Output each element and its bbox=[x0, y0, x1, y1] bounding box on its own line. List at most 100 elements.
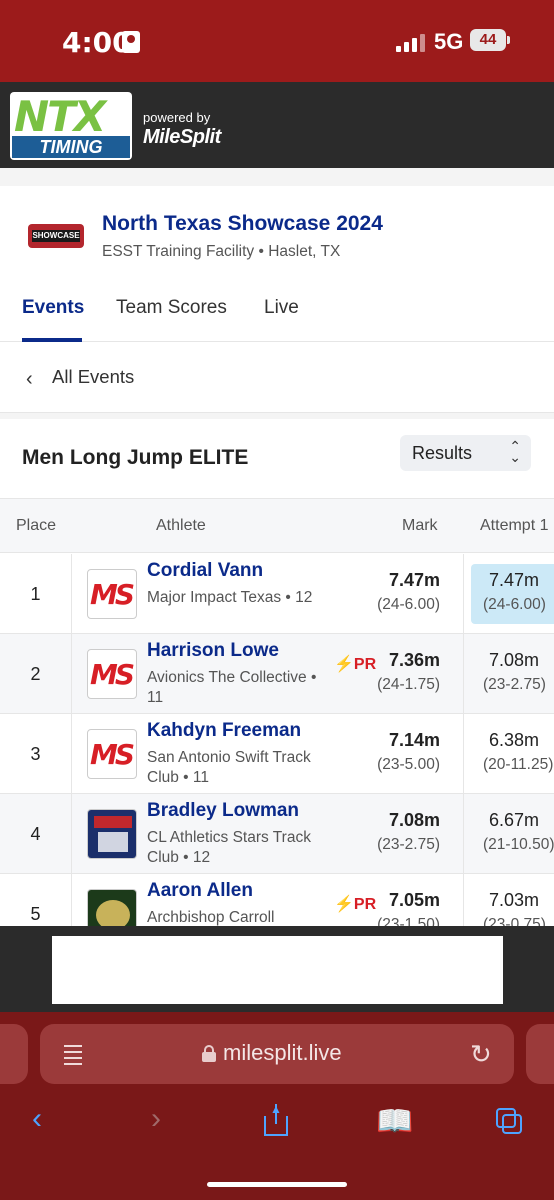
tab-live[interactable]: Live bbox=[264, 297, 299, 319]
reload-icon[interactable]: ↻ bbox=[470, 1039, 492, 1070]
milesplit-logo-icon: MS bbox=[90, 738, 135, 771]
row-place: 3 bbox=[0, 714, 72, 794]
tab-events[interactable]: Events bbox=[22, 297, 84, 319]
athlete-name[interactable]: Harrison Lowe bbox=[147, 640, 279, 662]
mark-imperial: (23-5.00) bbox=[377, 756, 440, 773]
milesplit-logo[interactable]: MileSplit bbox=[143, 126, 221, 149]
attempt-1-metric: 7.08m bbox=[489, 650, 540, 670]
all-events-link[interactable]: ‹ All Events bbox=[0, 343, 554, 413]
archbishop-carroll-logo-icon bbox=[88, 890, 136, 926]
attempt-1-metric: 6.38m bbox=[489, 730, 540, 750]
home-indicator[interactable] bbox=[207, 1182, 347, 1187]
attempt-1-imperial: (20-11.25) bbox=[483, 756, 554, 773]
app-header: NTX TIMING bbox=[0, 82, 554, 168]
table-row[interactable]: 4 Bradley Lowman CL Athletics Stars Trac… bbox=[0, 794, 554, 874]
row-place: 5 bbox=[0, 874, 72, 926]
athlete-name[interactable]: Cordial Vann bbox=[147, 560, 263, 582]
back-arrow-icon[interactable]: ‹ bbox=[32, 1102, 42, 1136]
ntx-timing-logo[interactable]: NTX TIMING bbox=[10, 92, 132, 160]
table-row[interactable]: 5 Aaron Allen Archbishop Carroll ⚡PR 7.0… bbox=[0, 874, 554, 926]
ad-slot[interactable] bbox=[52, 936, 503, 1004]
table-row[interactable]: 2 MS Harrison Lowe Avionics The Collecti… bbox=[0, 634, 554, 714]
status-bar: 4:00 5G 44 bbox=[0, 0, 554, 82]
col-athlete: Athlete bbox=[156, 517, 206, 534]
athlete-team: Archbishop Carroll bbox=[147, 909, 275, 926]
meet-logo-text: SHOWCASE bbox=[32, 230, 80, 242]
milesplit-logo-icon: MS bbox=[90, 578, 135, 611]
team-logo bbox=[87, 809, 137, 859]
tab-team-scores[interactable]: Team Scores bbox=[116, 297, 227, 319]
lock-icon bbox=[202, 1045, 216, 1062]
active-tab-indicator bbox=[22, 338, 82, 342]
attempt-1-imperial: (23-0.75) bbox=[483, 916, 546, 926]
col-mark: Mark bbox=[402, 517, 438, 534]
bookmarks-icon[interactable]: 📖 bbox=[376, 1104, 413, 1139]
battery-icon: 44 bbox=[470, 29, 506, 51]
row-place: 1 bbox=[0, 554, 72, 634]
meet-location: ESST Training Facility • Haslet, TX bbox=[102, 243, 341, 260]
ad-banner-area bbox=[0, 926, 554, 1012]
attempt-1-imperial: (24-6.00) bbox=[483, 596, 546, 613]
next-tab-pill[interactable] bbox=[526, 1024, 554, 1084]
pr-badge: ⚡PR bbox=[334, 896, 377, 913]
team-logo: MS bbox=[87, 729, 137, 779]
address-bar[interactable]: milesplit.live ↻ bbox=[40, 1024, 514, 1084]
meet-title[interactable]: North Texas Showcase 2024 bbox=[102, 212, 383, 236]
team-logo bbox=[87, 889, 137, 926]
meet-tabs: Events Team Scores Live bbox=[0, 282, 554, 342]
mark-metric: 7.08m bbox=[388, 810, 440, 830]
logo-ntx-text: NTX bbox=[14, 92, 106, 141]
signal-icon bbox=[396, 32, 426, 52]
all-events-label: All Events bbox=[52, 366, 135, 387]
event-title: Men Long Jump ELITE bbox=[22, 446, 249, 469]
athlete-team: Major Impact Texas • 12 bbox=[147, 589, 313, 606]
mark-metric: 7.36m bbox=[388, 650, 440, 670]
battery-tip bbox=[507, 36, 510, 44]
mark-metric: 7.47m bbox=[388, 570, 440, 590]
chevron-left-icon: ‹ bbox=[26, 368, 33, 390]
mark-imperial: (24-1.75) bbox=[377, 676, 440, 693]
athlete-team: San Antonio Swift Track Club • 11 bbox=[147, 749, 311, 786]
forward-arrow-icon[interactable]: › bbox=[151, 1102, 161, 1136]
mark-imperial: (23-1.50) bbox=[377, 916, 440, 926]
col-place: Place bbox=[16, 517, 57, 534]
url-text[interactable]: milesplit.live bbox=[223, 1040, 342, 1066]
athlete-name[interactable]: Bradley Lowman bbox=[147, 800, 299, 822]
powered-by-label: powered by bbox=[143, 110, 211, 125]
row-place: 4 bbox=[0, 794, 72, 874]
logo-timing-text: TIMING bbox=[12, 136, 130, 158]
share-icon[interactable]: ▲ bbox=[262, 1103, 290, 1136]
page-menu-icon[interactable] bbox=[64, 1043, 84, 1065]
athlete-name[interactable]: Kahdyn Freeman bbox=[147, 720, 301, 742]
attempt-1-imperial: (21-10.50) bbox=[483, 836, 554, 853]
results-view-select[interactable]: Results ⌃ ⌄ bbox=[400, 435, 531, 471]
results-table: Place Athlete Mark Attempt 1 1 MS Cordia… bbox=[0, 498, 554, 926]
col-attempt-1: Attempt 1 bbox=[480, 517, 549, 534]
header-divider bbox=[0, 168, 554, 186]
attempt-1-metric: 7.03m bbox=[489, 890, 540, 910]
team-logo: MS bbox=[87, 569, 137, 619]
mark-imperial: (23-2.75) bbox=[377, 836, 440, 853]
tabs-overview-icon[interactable] bbox=[496, 1108, 526, 1138]
athlete-team: Avionics The Collective • 11 bbox=[147, 669, 317, 706]
stars-track-club-logo-icon bbox=[88, 810, 136, 858]
athlete-name[interactable]: Aaron Allen bbox=[147, 880, 253, 902]
mark-metric: 7.14m bbox=[388, 730, 440, 750]
attempt-1-metric: 6.67m bbox=[489, 810, 540, 830]
contact-card-icon bbox=[122, 31, 140, 53]
results-select-value: Results bbox=[412, 443, 473, 463]
chevron-up-down-icon: ⌃ ⌄ bbox=[509, 438, 521, 465]
pr-badge: ⚡PR bbox=[334, 656, 377, 673]
table-row[interactable]: 3 MS Kahdyn Freeman San Antonio Swift Tr… bbox=[0, 714, 554, 794]
section-divider bbox=[0, 413, 554, 419]
previous-tab-pill[interactable] bbox=[0, 1024, 28, 1084]
meet-logo: SHOWCASE bbox=[28, 214, 84, 258]
network-type: 5G bbox=[434, 29, 464, 54]
table-header: Place Athlete Mark Attempt 1 bbox=[0, 499, 554, 553]
mark-metric: 7.05m bbox=[388, 890, 440, 910]
attempt-1-imperial: (23-2.75) bbox=[483, 676, 546, 693]
table-row[interactable]: 1 MS Cordial Vann Major Impact Texas • 1… bbox=[0, 554, 554, 634]
team-logo: MS bbox=[87, 649, 137, 699]
athlete-team: CL Athletics Stars Track Club • 12 bbox=[147, 829, 311, 866]
row-place: 2 bbox=[0, 634, 72, 714]
